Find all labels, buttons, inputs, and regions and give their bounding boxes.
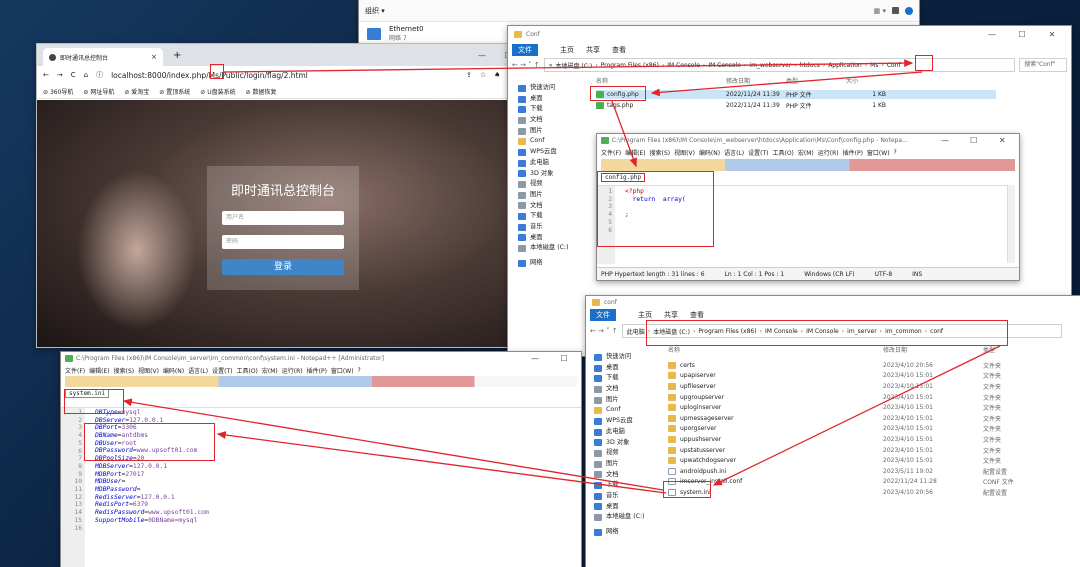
arrow-breadcrumb-to-config — [650, 71, 923, 97]
annotation-arrows — [122, 59, 1001, 494]
arrow-system-ini-to-db — [216, 431, 667, 494]
arrow-system-ini-to-tab — [122, 398, 664, 491]
arrow-url-to-breadcrumb — [223, 59, 914, 73]
arrow-config-to-code — [611, 100, 637, 168]
arrow-address-to-system-ini — [712, 345, 1001, 486]
